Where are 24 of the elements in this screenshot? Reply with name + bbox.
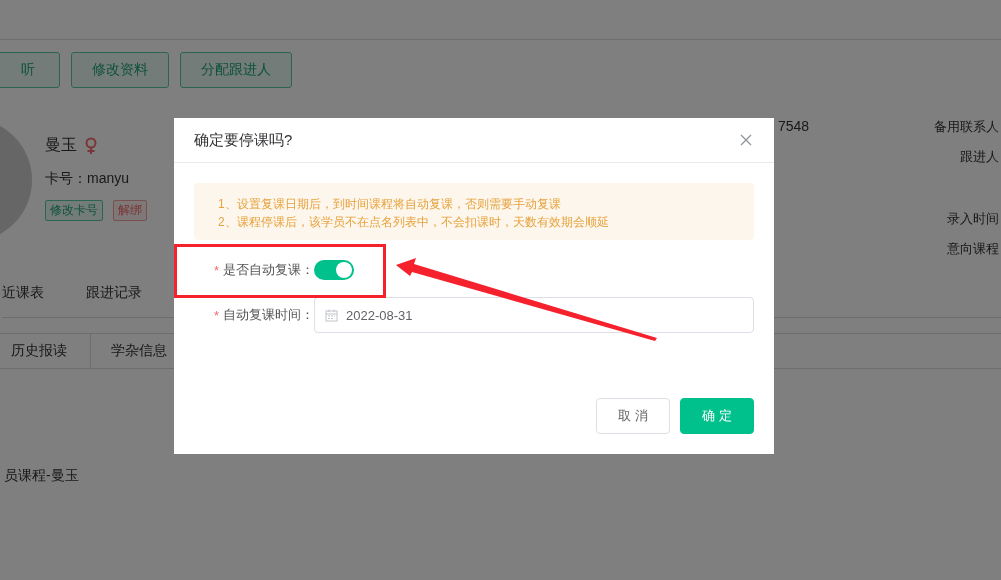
toggle-switch[interactable] bbox=[314, 260, 354, 280]
notice-text: 1、设置复课日期后，到时间课程将自动复课，否则需要手动复课 bbox=[218, 196, 562, 213]
female-icon bbox=[85, 136, 97, 155]
tab[interactable]: 跟进记录 bbox=[86, 284, 142, 302]
tab[interactable]: 近课表 bbox=[2, 284, 44, 302]
notice-text: 2、课程停课后，该学员不在点名列表中，不会扣课时，天数有效期会顺延 bbox=[218, 214, 610, 231]
field-label: 是否自动复课： bbox=[223, 261, 314, 279]
calendar-icon bbox=[325, 308, 338, 322]
field-label: 自动复课时间： bbox=[223, 306, 314, 324]
dialog-title: 确定要停课吗? bbox=[194, 130, 293, 150]
info-label: 跟进人 bbox=[960, 148, 999, 166]
dialog-button[interactable]: 取 消 bbox=[596, 398, 670, 434]
dialog-button[interactable]: 确 定 bbox=[680, 398, 754, 434]
phone-number: 7548 bbox=[778, 118, 810, 136]
info-label: 备用联系人 bbox=[934, 118, 999, 136]
required-mark: * bbox=[213, 262, 219, 278]
card-number: 卡号：manyu bbox=[45, 170, 131, 188]
info-label: 意向课程 bbox=[947, 240, 999, 258]
subtab[interactable]: 历史报读 bbox=[0, 334, 91, 368]
student-name: 曼玉 bbox=[45, 135, 77, 155]
required-mark: * bbox=[213, 307, 219, 323]
course-item: 员课程-曼玉 bbox=[4, 467, 79, 483]
info-label: 录入时间 bbox=[947, 210, 999, 228]
close-icon[interactable] bbox=[740, 134, 752, 146]
